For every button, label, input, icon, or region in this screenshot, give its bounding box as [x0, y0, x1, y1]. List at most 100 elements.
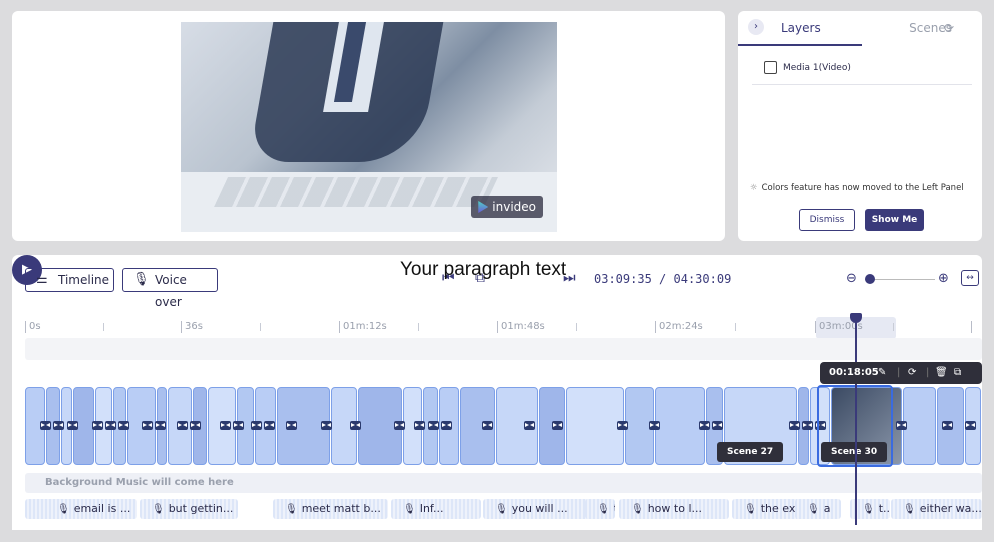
- tab-scenes[interactable]: Scenes ⟳: [862, 11, 982, 46]
- voiceover-segment[interactable]: 🎙 email is ...: [25, 499, 137, 519]
- current-time: 03:09:35: [594, 272, 652, 286]
- transition-icon[interactable]: [53, 421, 64, 430]
- transition-icon[interactable]: [190, 421, 201, 430]
- scene-label: Scene 27: [717, 442, 784, 462]
- transition-icon[interactable]: [155, 421, 166, 430]
- transition-icon[interactable]: [649, 421, 660, 430]
- ruler-tick: [971, 321, 975, 333]
- zoom-out-icon[interactable]: ⊖: [846, 271, 857, 286]
- scene-clip[interactable]: [903, 387, 936, 465]
- transition-icon[interactable]: [699, 421, 710, 430]
- microphone-icon: 🎙: [152, 504, 165, 515]
- transition-icon[interactable]: [965, 421, 976, 430]
- transition-icon[interactable]: [802, 421, 813, 430]
- edit-icon[interactable]: ✎: [878, 362, 886, 384]
- layer-item-media[interactable]: Media 1(Video): [752, 55, 972, 85]
- voiceover-segment-label: email is ...: [73, 502, 131, 515]
- transition-icon[interactable]: [220, 421, 231, 430]
- microphone-icon: 🎙: [903, 504, 916, 515]
- tab-layers[interactable]: Layers: [738, 11, 862, 46]
- microphone-icon: 🎙: [862, 504, 875, 515]
- transition-icon[interactable]: [251, 421, 262, 430]
- transition-icon[interactable]: [142, 421, 153, 430]
- video-preview-panel: invideo: [12, 11, 725, 241]
- sliders-icon: ⚌: [36, 272, 48, 287]
- zoom-slider-track[interactable]: [865, 279, 935, 280]
- playhead-line[interactable]: [855, 315, 857, 525]
- voiceover-segment-label: but gettin...: [168, 502, 234, 515]
- transition-icon[interactable]: [286, 421, 297, 430]
- ruler-tick: 0s: [25, 321, 41, 333]
- layer-item-label: Media 1(Video): [783, 63, 851, 73]
- invideo-logo-icon: [478, 201, 489, 213]
- zoom-in-icon[interactable]: ⊕: [938, 271, 949, 286]
- transition-icon[interactable]: [441, 421, 452, 430]
- transition-icon[interactable]: [118, 421, 129, 430]
- ruler-minor-tick: [103, 323, 104, 331]
- transition-icon[interactable]: [712, 421, 723, 430]
- toolbar-divider-2: |: [926, 367, 930, 378]
- transition-icon[interactable]: [896, 421, 907, 430]
- scene-clip[interactable]: [655, 387, 705, 465]
- ruler-tick: 02m:24s: [655, 321, 703, 333]
- watermark-label: invideo: [492, 200, 536, 214]
- ruler-minor-tick: [893, 323, 894, 331]
- dismiss-button[interactable]: Dismiss: [799, 209, 855, 231]
- timeline-button[interactable]: ⚌ Timeline: [25, 268, 114, 292]
- clip-toolbar: 00:18:05 ✎ | ⟳ | 🗑 ⧉: [820, 362, 982, 384]
- time-ruler[interactable]: 0s 36s 01m:12s 01m:48s 02m:24s 03m:00s: [25, 317, 982, 339]
- transition-icon[interactable]: [321, 421, 332, 430]
- transition-icon[interactable]: [414, 421, 425, 430]
- video-preview[interactable]: invideo: [181, 22, 557, 232]
- transition-icon[interactable]: [394, 421, 405, 430]
- transition-icon[interactable]: [67, 421, 78, 430]
- invideo-watermark: invideo: [471, 196, 543, 218]
- transition-icon[interactable]: [552, 421, 563, 430]
- show-me-button[interactable]: Show Me: [865, 209, 924, 231]
- ruler-minor-tick: [735, 323, 736, 331]
- transition-icon[interactable]: [942, 421, 953, 430]
- transition-icon[interactable]: [105, 421, 116, 430]
- transition-icon[interactable]: [428, 421, 439, 430]
- voiceover-segment[interactable]: 🎙 either wa...: [891, 499, 982, 519]
- voiceover-segment[interactable]: 🎙 meet matt b...: [273, 499, 388, 519]
- voiceover-track: 🎙 email is ... 🎙 but gettin... 🎙 meet matt b.…: [25, 499, 982, 519]
- transition-icon[interactable]: [233, 421, 244, 430]
- zoom-slider-knob[interactable]: [865, 274, 875, 284]
- transition-icon[interactable]: [617, 421, 628, 430]
- transition-icon[interactable]: [264, 421, 275, 430]
- voiceover-segment[interactable]: 🎙 a: [795, 499, 841, 519]
- transition-icon[interactable]: [524, 421, 535, 430]
- voiceover-segment[interactable]: 🎙 but gettin...: [140, 499, 238, 519]
- scene-clip[interactable]: [566, 387, 624, 465]
- microphone-icon: 🎙: [495, 504, 508, 515]
- voiceover-segment[interactable]: 🎙 Inf...: [391, 499, 481, 519]
- transition-icon[interactable]: [350, 421, 361, 430]
- transition-icon[interactable]: [789, 421, 800, 430]
- ruler-minor-tick: [260, 323, 261, 331]
- voiceover-segment-label: t...: [878, 502, 890, 515]
- ruler-minor-tick: [418, 323, 419, 331]
- voice-over-button[interactable]: 🎙 Voice over: [122, 268, 218, 309]
- microphone-icon: 🎙: [285, 504, 298, 515]
- transition-icon[interactable]: [177, 421, 188, 430]
- delete-icon[interactable]: 🗑: [935, 362, 948, 384]
- paragraph-text-overlay[interactable]: Your paragraph text: [400, 259, 566, 281]
- replace-icon[interactable]: ⟳: [908, 362, 916, 384]
- microphone-icon: 🎙: [403, 504, 416, 515]
- voiceover-segment[interactable]: 🎙 t.: [585, 499, 615, 519]
- fit-to-screen-button[interactable]: ↔: [961, 270, 979, 286]
- transition-icon[interactable]: [40, 421, 51, 430]
- time-readout: 03:09:35 / 04:30:09: [594, 272, 731, 286]
- time-separator: /: [659, 272, 667, 286]
- toolbar-divider: |: [897, 367, 901, 378]
- ruler-tick: 36s: [181, 321, 203, 333]
- duplicate-icon[interactable]: ⧉: [954, 362, 961, 384]
- lightbulb-icon: ☼: [750, 183, 758, 193]
- video-camera-icon: [764, 61, 777, 74]
- voiceover-segment-label: either wa...: [919, 502, 982, 515]
- voiceover-segment[interactable]: 🎙 how to l...: [619, 499, 729, 519]
- transition-icon[interactable]: [92, 421, 103, 430]
- transition-icon[interactable]: [482, 421, 493, 430]
- background-music-track[interactable]: Background Music will come here: [25, 473, 982, 493]
